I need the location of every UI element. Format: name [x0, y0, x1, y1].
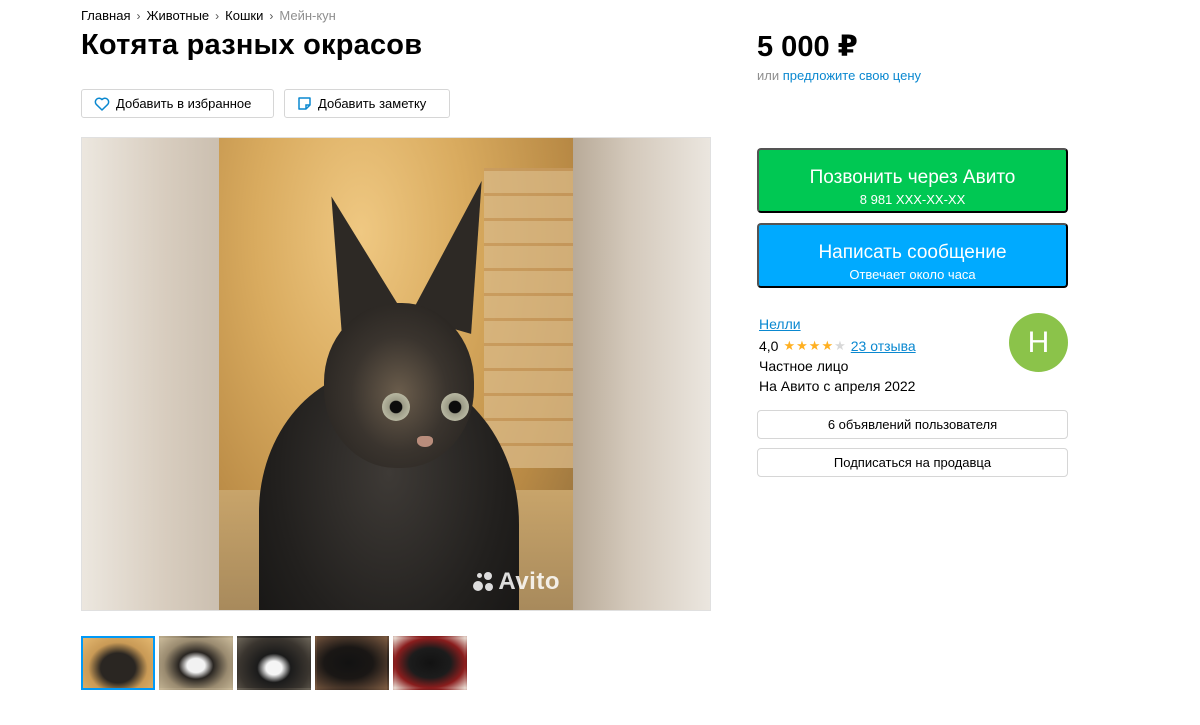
price-offer: или предложите свою цену — [757, 68, 921, 83]
gallery-blur-left — [82, 138, 219, 610]
rating-stars: ★ ★ ★ ★ ★ — [783, 338, 845, 354]
star-icon: ★ — [821, 337, 834, 353]
add-note-button[interactable]: Добавить заметку — [284, 89, 450, 118]
kitten-head — [324, 303, 474, 468]
breadcrumb-item-cats[interactable]: Кошки — [225, 8, 263, 23]
breadcrumb-item-current: Мейн-кун — [279, 8, 336, 23]
kitten-eye-left — [382, 393, 410, 421]
avito-watermark-text: Avito — [498, 568, 560, 595]
photo-gallery[interactable]: Avito — [81, 137, 711, 611]
add-to-favorites-label: Добавить в избранное — [116, 96, 252, 111]
main-photo-kitten[interactable]: Avito — [219, 138, 574, 610]
add-to-favorites-button[interactable]: Добавить в избранное — [81, 89, 274, 118]
avito-watermark: Avito — [472, 568, 560, 596]
call-button-label: Позвонить через Авито — [809, 166, 1016, 188]
message-button-label: Написать сообщение — [818, 241, 1007, 263]
breadcrumb-item-animals[interactable]: Животные — [146, 8, 209, 23]
seller-avatar[interactable]: Н — [1009, 313, 1068, 372]
call-button[interactable]: Позвонить через Авито 8 981 XXX-XX-XX — [757, 148, 1068, 213]
heart-icon — [94, 96, 110, 111]
propose-price-link[interactable]: предложите свою цену — [783, 68, 921, 83]
star-empty-icon: ★ — [834, 337, 846, 353]
phone-number: 8 981 XXX-XX-XX — [859, 191, 966, 207]
message-button[interactable]: Написать сообщение Отвечает около часа — [757, 223, 1068, 288]
chevron-right-icon: › — [269, 8, 274, 23]
star-icon: ★ — [783, 337, 796, 353]
star-icon: ★ — [796, 337, 808, 353]
thumbnail-strip — [81, 636, 467, 690]
price: 5 000 ₽ — [757, 31, 858, 63]
add-note-label: Добавить заметку — [318, 96, 427, 111]
seller-since: На Авито с апреля 2022 — [759, 378, 916, 394]
price-offer-prefix: или — [757, 68, 783, 83]
subscribe-seller-button[interactable]: Подписаться на продавца — [757, 448, 1068, 477]
reviews-link[interactable]: 23 отзыва — [851, 338, 916, 354]
thumbnail-1[interactable] — [81, 636, 155, 690]
kitten-nose — [417, 436, 433, 447]
rating-value: 4,0 — [759, 337, 779, 354]
chevron-right-icon: › — [136, 8, 141, 23]
chevron-right-icon: › — [215, 8, 220, 23]
breadcrumb: Главная › Животные › Кошки › Мейн-кун — [81, 8, 336, 23]
user-ads-button[interactable]: 6 объявлений пользователя — [757, 410, 1068, 439]
breadcrumb-item-home[interactable]: Главная — [81, 8, 130, 23]
note-icon — [297, 96, 312, 111]
thumbnail-4[interactable] — [315, 636, 389, 690]
thumbnail-5[interactable] — [393, 636, 467, 690]
response-time: Отвечает около часа — [849, 266, 976, 282]
page-title: Котята разных окрасов — [81, 29, 423, 61]
gallery-blur-right — [573, 138, 710, 610]
thumbnail-3[interactable] — [237, 636, 311, 690]
avito-logo-icon — [472, 571, 496, 593]
kitten-eye-right — [441, 393, 469, 421]
thumbnail-2[interactable] — [159, 636, 233, 690]
star-icon: ★ — [808, 337, 821, 353]
